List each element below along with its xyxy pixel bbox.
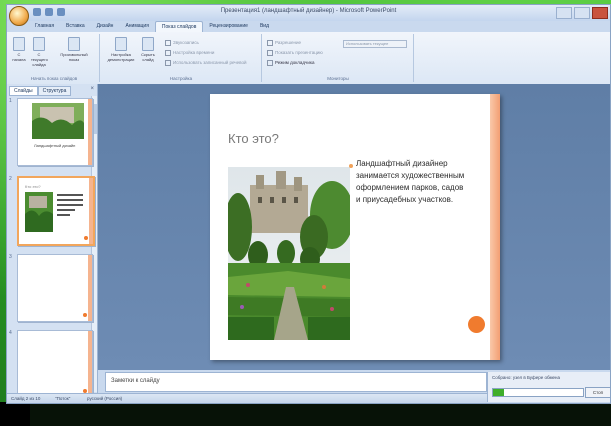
hide-slide-icon [142,37,154,51]
group-setup: Настройка демонстрации Скрыть слайд Звук… [101,34,262,82]
slide-thumbnail[interactable] [17,254,93,322]
clipboard-status: Собрано: узел в Буфере обмена [492,375,561,380]
office-button[interactable] [9,6,29,26]
title-bar: Презентация1 (ландшафтный дизайнер) - Mi… [7,5,610,26]
ribbon: С начала С текущего слайда Произвольный … [7,32,610,85]
clipboard-progress-bar [492,388,584,397]
thumb-edge [88,99,92,165]
tab-design[interactable]: Дизайн [91,21,120,32]
custom-show-button[interactable]: Произвольный показ [59,37,89,62]
group-label: Настройка [169,76,193,81]
play-from-current-icon [33,37,45,51]
play-from-start-icon [13,37,25,51]
group-monitors: Разрешение Использовать текущее Показать… [263,34,414,82]
accent-dot [84,236,88,240]
slide-counter: Слайд 2 из 10 [11,396,41,401]
tab-view[interactable]: Вид [254,21,275,32]
tab-home[interactable]: Главная [29,21,60,32]
slide-accent-bar [490,94,500,360]
thumb-text-lines [57,194,83,216]
pane-tabs: Слайды Структура [9,86,72,96]
custom-show-icon [68,37,80,51]
language-indicator[interactable]: русский (Россия) [87,396,122,401]
from-current-button[interactable]: С текущего слайда [31,37,48,67]
tab-outline[interactable]: Структура [37,86,72,96]
slide-number: 1 [9,98,12,104]
ribbon-tabs: Главная Вставка Дизайн Анимация Показ сл… [29,21,275,32]
slide-title[interactable]: Кто это? [228,131,279,146]
taskbar-start-area[interactable] [0,402,30,426]
slide-caption: Кто это? [25,184,41,189]
window-title: Презентация1 (ландшафтный дизайнер) - Mi… [220,8,397,14]
group-start-show: С начала С текущего слайда Произвольный … [9,34,100,82]
slide-number: 4 [9,330,12,336]
use-timings-check[interactable]: Использовать записанный речевой [165,60,247,66]
resolution-check[interactable]: Разрешение [267,40,301,46]
slide-number: 2 [9,176,12,182]
slide-thumbnail[interactable] [17,330,93,398]
taskbar-strip [0,402,611,426]
from-beginning-button[interactable]: С начала [11,37,27,62]
rehearse-timings-check[interactable]: Настройка времени [165,50,214,56]
thumb-edge [88,255,92,321]
setup-show-button[interactable]: Настройка демонстрации [107,37,135,62]
setup-show-icon [115,37,127,51]
group-label: Мониторы [327,76,349,81]
progress-fill [493,389,504,396]
slide-editor-area[interactable]: Кто это? Ландшафтный дизайнер занимается… [98,84,610,370]
minimize-button[interactable] [556,7,572,19]
theme-name: "Поток" [55,396,71,401]
powerpoint-window: Презентация1 (ландшафтный дизайнер) - Mi… [6,4,611,404]
close-icon[interactable]: × [90,86,94,92]
slide-thumbnail-selected[interactable]: Кто это? [17,176,95,246]
slide-caption: Ландшафтный дизайн [34,143,76,148]
thumb-edge [88,331,92,397]
notes-pane[interactable]: Заметки к слайду [105,372,487,392]
maximize-button[interactable] [574,7,590,19]
current-slide[interactable]: Кто это? Ландшафтный дизайнер занимается… [210,94,500,360]
tab-slide-show[interactable]: Показ слайдов [154,21,204,32]
close-button[interactable] [592,7,608,19]
window-controls [556,7,608,19]
slide-number: 3 [9,254,12,260]
thumb-edge [89,178,93,244]
accent-dot [83,313,87,317]
bullet-dot [349,164,353,168]
presenter-view-check[interactable]: Режим докладчика [267,60,314,66]
stop-button[interactable]: Стоп [585,387,610,398]
show-on-check[interactable]: Показать презентацию [267,50,323,56]
garden-photo-thumb [25,192,53,232]
hide-slide-button[interactable]: Скрыть слайд [139,37,157,62]
slide-body-text[interactable]: Ландшафтный дизайнер занимается художест… [356,158,468,206]
status-bar: Слайд 2 из 10 "Поток" русский (Россия) [7,393,487,403]
group-label: Начать показ слайдов [30,76,78,81]
slides-pane: Слайды Структура × 1 Ландшафтный дизайн … [7,84,98,398]
garden-photo-thumb [32,103,84,139]
tab-animation[interactable]: Анимация [119,21,154,32]
slide-thumbnail[interactable]: Ландшафтный дизайн [17,98,93,166]
clipboard-panel: Собрано: узел в Буфере обмена Стоп [487,372,610,402]
record-narration-check[interactable]: Звукозапись [165,40,199,46]
castle-garden-photo[interactable] [228,167,350,340]
tab-review[interactable]: Рецензирование [203,21,254,32]
tab-insert[interactable]: Вставка [60,21,91,32]
decorative-circle [468,316,485,333]
notes-placeholder: Заметки к слайду [111,378,160,384]
resolution-dropdown[interactable]: Использовать текущее [343,40,407,48]
tab-slides[interactable]: Слайды [9,86,38,96]
